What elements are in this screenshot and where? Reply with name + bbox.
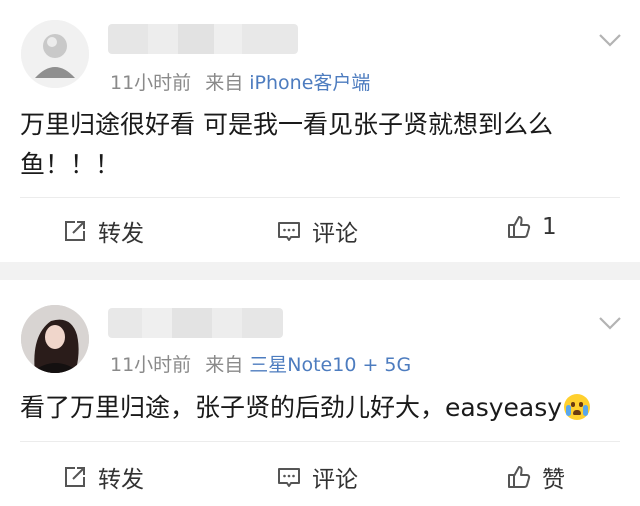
- crying-face-emoji: [564, 394, 591, 420]
- avatar[interactable]: [21, 305, 89, 373]
- repost-button[interactable]: 转发: [62, 214, 144, 248]
- post-time: 11小时前: [110, 72, 192, 94]
- divider: [20, 197, 620, 198]
- source-prefix: 来自: [205, 72, 244, 94]
- post-time: 11小时前: [110, 354, 192, 376]
- comment-label: 评论: [312, 221, 358, 247]
- comment-card: 看了万里归途，张子贤的后劲儿好大，easyeasy 转发 评论 赞: [0, 280, 640, 506]
- repost-label: 转发: [98, 467, 144, 493]
- chevron-down-icon[interactable]: [598, 32, 622, 48]
- divider: [20, 441, 620, 442]
- post-content: 万里归途很好看 可是我一看见张子贤就想到么么鱼！！！: [20, 110, 553, 179]
- share-square-icon: [65, 467, 85, 487]
- separator: [0, 262, 640, 280]
- comment-bubble-icon: [278, 468, 300, 487]
- comment-bubble-icon: [278, 222, 300, 241]
- post-content: 看了万里归途，张子贤的后劲儿好大，easyeasy: [20, 388, 624, 428]
- source-prefix: 来自: [205, 354, 244, 376]
- chevron-down-icon[interactable]: [598, 315, 622, 331]
- like-button[interactable]: 1: [506, 214, 557, 240]
- post-text: 看了万里归途，张子贤的后劲儿好大，easyeasy: [20, 393, 563, 422]
- post-meta: 11小时前 来自 iPhone客户端: [110, 68, 370, 95]
- like-count: 1: [542, 214, 557, 240]
- blurred-username[interactable]: [108, 308, 283, 338]
- blurred-username[interactable]: [108, 24, 298, 54]
- source-link[interactable]: iPhone客户端: [249, 72, 370, 94]
- comment-button[interactable]: 评论: [276, 460, 358, 494]
- repost-button[interactable]: 转发: [62, 460, 144, 494]
- comment-label: 评论: [312, 467, 358, 493]
- like-button[interactable]: 赞: [506, 460, 565, 494]
- like-label: 赞: [542, 467, 565, 493]
- thumbs-up-icon: [508, 216, 531, 238]
- source-link[interactable]: 三星Note10 + 5G: [249, 354, 411, 376]
- avatar[interactable]: [21, 20, 89, 88]
- comment-button[interactable]: 评论: [276, 214, 358, 248]
- comment-card: 11小时前 来自 iPhone客户端 万里归途很好看 可是我一看见张子贤就想到么么…: [0, 0, 640, 262]
- share-square-icon: [65, 221, 85, 241]
- repost-label: 转发: [98, 221, 144, 247]
- post-meta: 11小时前 来自 三星Note10 + 5G: [110, 350, 411, 377]
- thumbs-up-icon: [508, 466, 531, 488]
